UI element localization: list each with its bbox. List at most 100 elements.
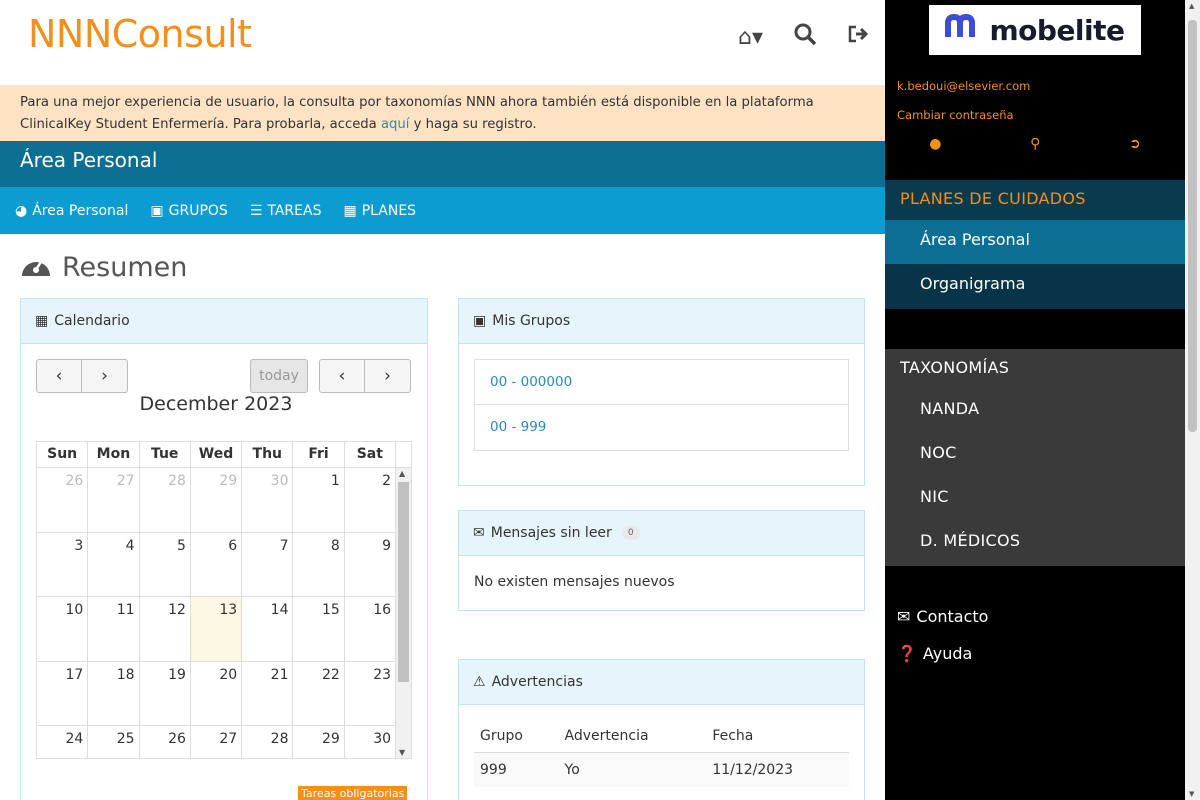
table-header-row: Grupo Advertencia Fecha xyxy=(474,720,849,753)
calendar-day[interactable]: 30 xyxy=(242,468,294,532)
calendar-day[interactable]: 26 xyxy=(37,468,89,532)
brand-logo[interactable]: mobelite xyxy=(929,5,1141,55)
calendar-day[interactable]: 29 xyxy=(191,468,243,532)
top-bar: NNNConsult ⌂▾ xyxy=(0,0,885,85)
calendar-day[interactable]: 24 xyxy=(37,726,89,758)
page-scrollbar[interactable]: ▲ ▼ xyxy=(1185,0,1200,800)
calendar-day[interactable]: 29 xyxy=(293,726,345,758)
calendar-day[interactable]: 30 xyxy=(345,726,397,758)
sidebar-item-noc[interactable]: NOC xyxy=(885,433,1185,477)
calendar-day[interactable]: 1 xyxy=(293,468,345,532)
calendar-day[interactable]: 8 xyxy=(293,532,345,596)
calendar-week: 10 11 12 13 14 15 16 xyxy=(37,597,411,662)
prev-next-year-group: ‹ › xyxy=(319,359,411,393)
calendar-day[interactable]: 5 xyxy=(140,532,191,596)
panel-header: ⚠ Advertencias xyxy=(459,660,864,705)
user-email[interactable]: k.bedoui@elsevier.com xyxy=(897,79,1030,93)
search-icon[interactable]: ⚲ xyxy=(1030,136,1040,152)
calendar-day[interactable]: 20 xyxy=(191,661,243,725)
calendar-day[interactable]: 19 xyxy=(140,661,191,725)
calendar-day[interactable]: 25 xyxy=(88,726,140,758)
today-button[interactable]: today xyxy=(250,359,308,393)
calendar-day[interactable]: 28 xyxy=(140,468,191,532)
search-icon[interactable] xyxy=(793,22,817,52)
calendar-body: 26 27 28 29 30 1 2 3 4 5 6 7 8 9 10 11 12 13 14 15 16 17 18 19 2… xyxy=(37,468,411,758)
calendar-grid: Sun Mon Tue Wed Thu Fri Sat 26 27 28 29 30 1 2 3 4 5 6 7 8… xyxy=(36,441,412,759)
calendar-day[interactable]: 15 xyxy=(293,597,345,661)
nav-label: GRUPOS xyxy=(168,202,228,219)
panel-title: Mensajes sin leer xyxy=(490,525,612,541)
taxonomias-section: TAXONOMÍAS NANDA NOC NIC D. MÉDICOS xyxy=(885,349,1185,566)
planes-section: PLANES DE CUIDADOS Área Personal Organig… xyxy=(885,180,1185,309)
prev-year-button[interactable]: ‹ xyxy=(319,359,365,393)
calendar-day[interactable]: 18 xyxy=(88,661,140,725)
calendar-day[interactable]: 16 xyxy=(345,597,397,661)
change-password-link[interactable]: Cambiar contraseña xyxy=(897,108,1014,122)
sidebar-item-organigrama[interactable]: Organigrama xyxy=(885,264,1185,308)
scroll-down-icon[interactable]: ▼ xyxy=(1189,790,1194,798)
home-icon[interactable]: ⌂▾ xyxy=(738,25,763,50)
logout-icon[interactable] xyxy=(847,23,871,51)
calendar-day[interactable]: 9 xyxy=(345,532,397,596)
nav-item-tareas[interactable]: ☰ TAREAS xyxy=(250,203,322,219)
calendar-day[interactable]: 23 xyxy=(345,661,397,725)
sidebar-item-nanda[interactable]: NANDA xyxy=(885,389,1185,433)
app-logo[interactable]: NNNConsult xyxy=(28,12,252,56)
top-icons: ⌂▾ xyxy=(738,22,871,52)
dashboard-icon xyxy=(20,250,52,285)
calendar-day[interactable]: 3 xyxy=(37,532,89,596)
scroll-thumb[interactable] xyxy=(1188,20,1197,432)
table-cell: 11/12/2023 xyxy=(706,752,849,787)
scroll-up-icon[interactable]: ▲ xyxy=(1189,2,1194,10)
prev-button[interactable]: ‹ xyxy=(36,359,82,393)
nav-item-planes[interactable]: ▦ PLANES xyxy=(343,203,416,219)
list-item[interactable]: 00 - 000000 xyxy=(475,360,848,405)
calendar-day[interactable]: 17 xyxy=(37,661,89,725)
calendar-day[interactable]: 10 xyxy=(37,597,89,661)
section-title[interactable]: TAXONOMÍAS xyxy=(885,349,1185,389)
weekday-header: Tue xyxy=(140,442,191,467)
calendar-day[interactable]: 13 xyxy=(190,597,243,661)
panel-header: ▣ Mis Grupos xyxy=(459,299,864,344)
calendar-day[interactable]: 28 xyxy=(242,726,294,758)
sidebar-item-d-medicos[interactable]: D. MÉDICOS xyxy=(885,521,1185,565)
nav-item-area-personal[interactable]: ◕ Área Personal xyxy=(15,203,128,219)
list-item[interactable]: 00 - 999 xyxy=(475,405,848,450)
nav-label: PLANES xyxy=(361,202,417,219)
scroll-down-icon[interactable]: ▼ xyxy=(399,748,405,757)
calendar-day[interactable]: 27 xyxy=(88,468,140,532)
calendar-day[interactable]: 14 xyxy=(242,597,294,661)
next-year-button[interactable]: › xyxy=(365,359,411,393)
logout-icon[interactable]: ➲ xyxy=(1129,136,1141,152)
calendar-day[interactable]: 7 xyxy=(242,532,294,596)
table-cell: 999 xyxy=(474,752,559,787)
calendar-day[interactable]: 11 xyxy=(88,597,140,661)
calendar-day[interactable]: 21 xyxy=(242,661,294,725)
scroll-up-icon[interactable]: ▲ xyxy=(399,469,405,478)
calendar-day[interactable]: 22 xyxy=(293,661,345,725)
calendar-day[interactable]: 27 xyxy=(191,726,243,758)
brand-name: mobelite xyxy=(989,13,1125,47)
sidebar-item-area-personal[interactable]: Área Personal xyxy=(885,220,1185,264)
banner-link[interactable]: aquí xyxy=(381,117,409,132)
weekday-header: Mon xyxy=(88,442,140,467)
help-label: Ayuda xyxy=(922,644,973,663)
calendar-day[interactable]: 12 xyxy=(140,597,191,661)
calendar-week: 26 27 28 29 30 1 2 xyxy=(37,468,411,533)
calendar-day[interactable]: 2 xyxy=(345,468,397,532)
user-icon[interactable]: ● xyxy=(929,136,941,152)
calendar-day[interactable]: 26 xyxy=(140,726,191,758)
calendar-panel: ▦ Calendario ‹ › today ‹ › December 2023… xyxy=(20,298,428,800)
calendar-scrollbar[interactable]: ▲ ▼ xyxy=(396,468,411,758)
scroll-thumb[interactable] xyxy=(398,482,409,682)
contact-link[interactable]: ✉ Contacto xyxy=(897,607,988,626)
nav-item-grupos[interactable]: ▣ GRUPOS xyxy=(150,203,227,219)
help-link[interactable]: ❓ Ayuda xyxy=(897,644,972,663)
calendar-day[interactable]: 6 xyxy=(191,532,243,596)
section-title[interactable]: PLANES DE CUIDADOS xyxy=(885,180,1185,220)
next-button[interactable]: › xyxy=(82,359,128,393)
calendar-day[interactable]: 4 xyxy=(88,532,140,596)
calendar-week: 24 25 26 27 28 29 30 xyxy=(37,726,411,758)
panel-header: ✉ Mensajes sin leer 0 xyxy=(459,511,864,556)
sidebar-item-nic[interactable]: NIC xyxy=(885,477,1185,521)
